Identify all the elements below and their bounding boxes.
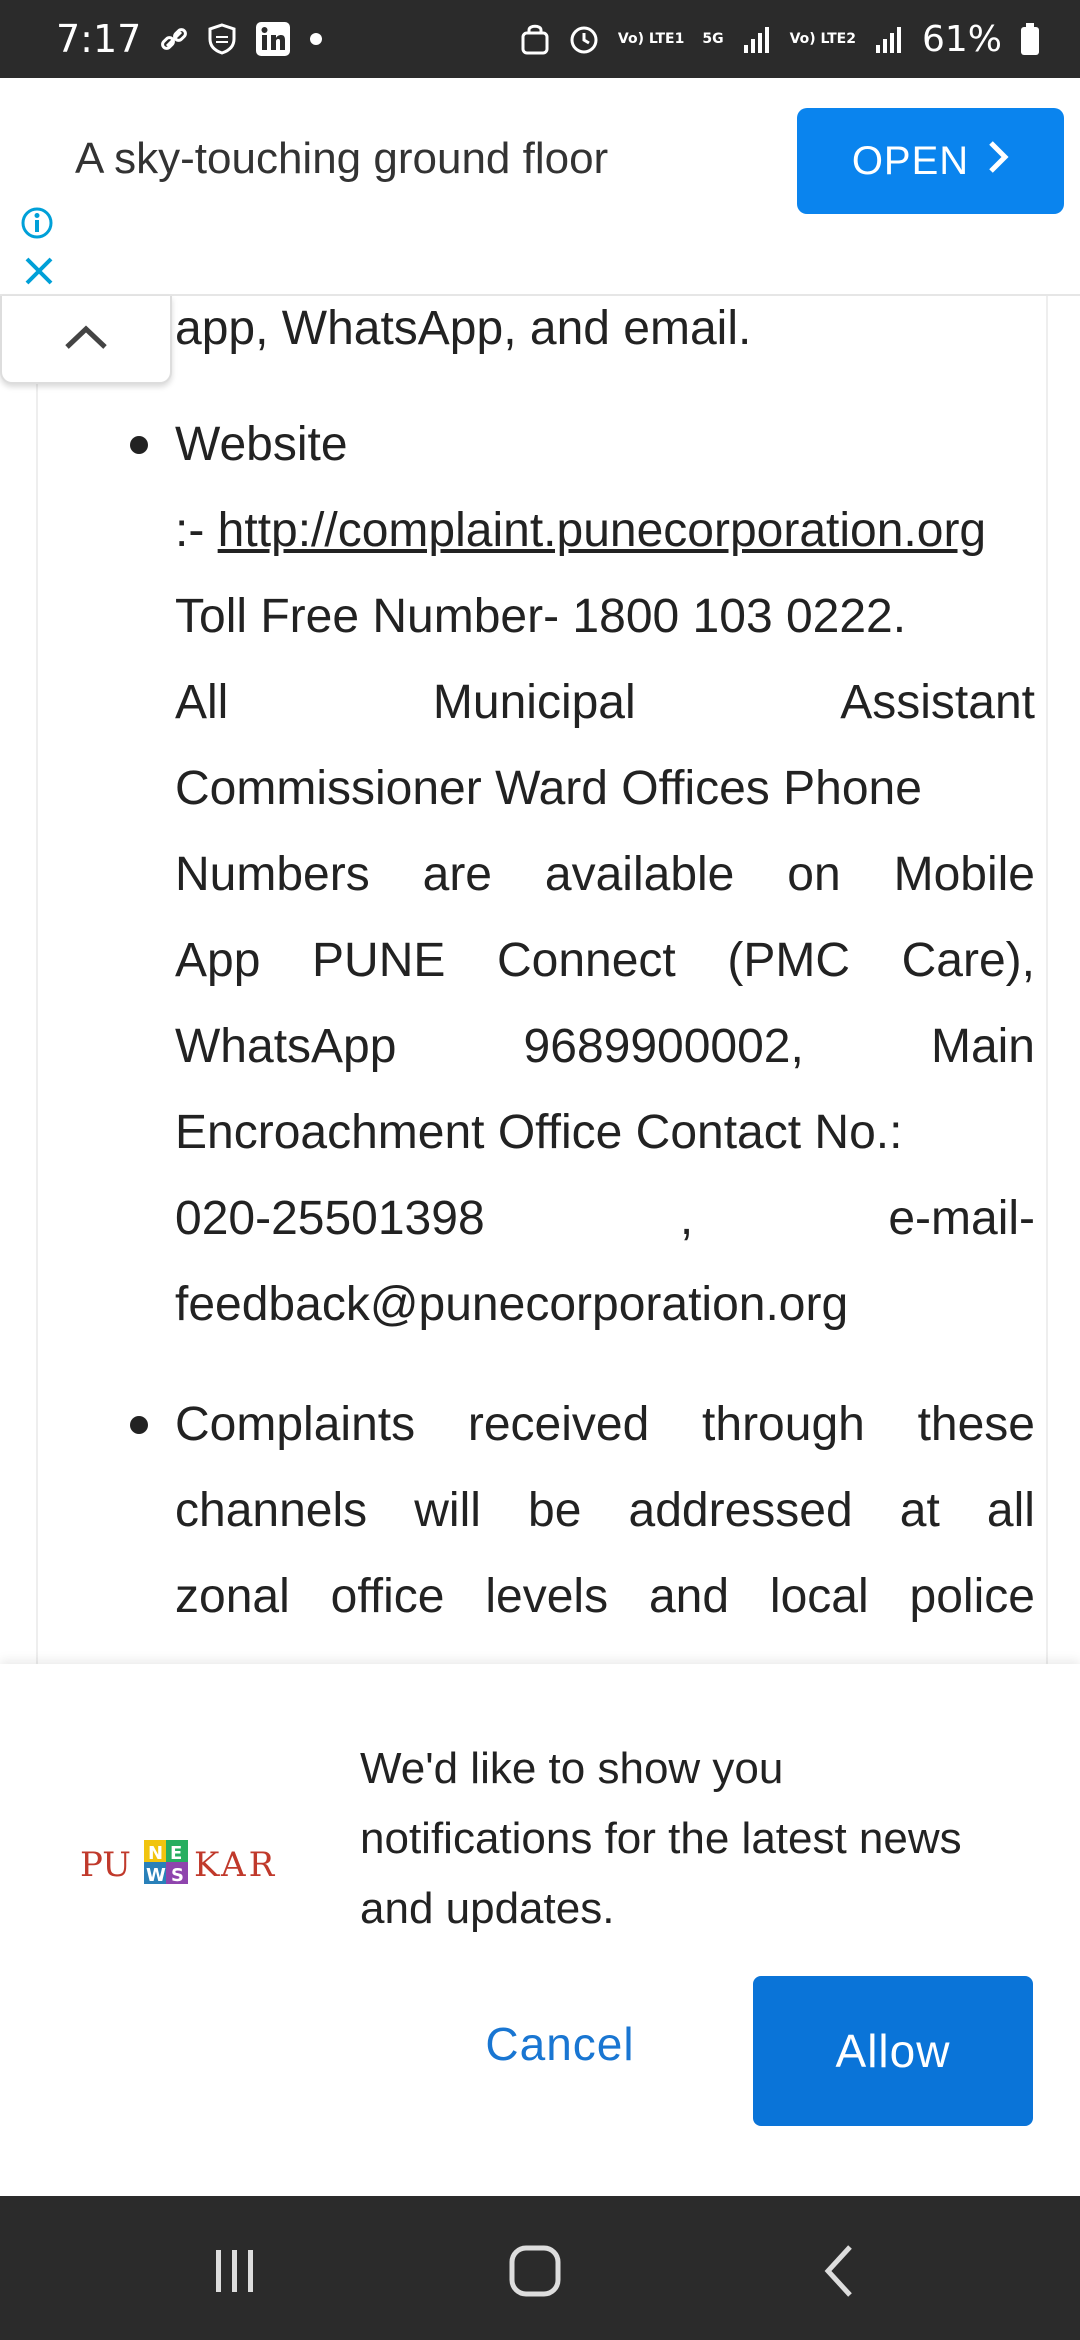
notification-prompt: PU N E W S KAR We'd like to show you not… [0, 1664, 1080, 2196]
svg-text:PU: PU [80, 1845, 131, 1885]
website-label: Website [175, 418, 348, 471]
chevron-right-icon [987, 139, 1009, 184]
word: all [986, 1484, 1035, 1537]
complaints-line-1: Complaints received through these [175, 1382, 1035, 1468]
word: e-mail- [888, 1192, 1035, 1245]
commissioner-line: Commissioner Ward Offices Phone [175, 762, 922, 815]
home-icon[interactable] [500, 2236, 570, 2306]
recent-apps-icon[interactable] [200, 2236, 270, 2306]
complaints-line-2: channels will be addressed at all [175, 1468, 1035, 1554]
word: Main [930, 1020, 1035, 1073]
word: App [175, 934, 261, 987]
word: 9689900002, [523, 1020, 804, 1073]
word: Care), [901, 934, 1035, 987]
word: (PMC [727, 934, 851, 987]
word: through [702, 1398, 865, 1451]
word: are [422, 848, 492, 901]
notification-message: We'd like to show you notifications for … [360, 1744, 962, 1933]
word: zonal [175, 1570, 290, 1623]
linkedin-icon [255, 21, 291, 57]
website-prefix: :- [175, 504, 218, 557]
punekar-news-logo: PU N E W S KAR [80, 1834, 310, 1894]
word: be [528, 1484, 582, 1537]
word: police [909, 1570, 1035, 1623]
word: addressed [628, 1484, 853, 1537]
network-lte2-label: Vo) LTE2 [789, 31, 856, 47]
bullet-icon [130, 1416, 148, 1434]
bullet-icon [130, 436, 148, 454]
encroachment-line: Encroachment Office Contact No.: [175, 1106, 903, 1159]
link-icon [159, 24, 189, 54]
app-line: App PUNE Connect (PMC Care), [175, 918, 1035, 1004]
info-icon[interactable] [20, 206, 54, 240]
word: Connect [496, 934, 676, 987]
word: Assistant [840, 676, 1035, 729]
word: All [175, 676, 229, 729]
word: Complaints [175, 1398, 416, 1451]
dot-icon [309, 32, 323, 46]
signal-icon-2 [874, 25, 904, 53]
svg-text:KAR: KAR [194, 1845, 277, 1885]
word: office [330, 1570, 445, 1623]
close-icon[interactable] [22, 254, 56, 288]
ad-open-label: OPEN [851, 138, 970, 183]
word: channels [175, 1484, 368, 1537]
article-line: app, WhatsApp, and email. [175, 302, 752, 355]
cancel-button[interactable]: Cancel [460, 2004, 660, 2084]
5g-label: 5G [702, 31, 724, 47]
word: available [544, 848, 735, 901]
allow-button[interactable]: Allow [753, 1976, 1033, 2126]
word: and [648, 1570, 730, 1623]
ad-text[interactable]: A sky-touching ground floor [75, 134, 608, 184]
alarm-icon [568, 23, 600, 55]
ad-open-button[interactable]: OPEN [797, 108, 1064, 214]
battery-icon [1020, 22, 1040, 56]
complaints-line-3: zonal office levels and local police [175, 1554, 1035, 1640]
word: these [917, 1398, 1035, 1451]
word: levels [485, 1570, 609, 1623]
shield-icon [207, 23, 237, 55]
phone-line: 020-25501398 , e-mail- [175, 1176, 1035, 1262]
word: will [414, 1484, 481, 1537]
word: Numbers [175, 848, 370, 901]
collapse-ad-button[interactable] [0, 296, 172, 384]
municipal-line: All Municipal Assistant [175, 660, 1035, 746]
word: 020-25501398 [175, 1192, 485, 1245]
svg-text:N: N [148, 1843, 163, 1864]
article-content: app, WhatsApp, and email. Website :- htt… [36, 296, 1048, 1666]
navigation-bar [0, 2196, 1080, 2340]
svg-text:W: W [146, 1865, 166, 1886]
signal-icon [742, 25, 772, 53]
word: , [679, 1192, 694, 1245]
recycle-lock-icon [520, 23, 550, 55]
numbers-line: Numbers are available on Mobile [175, 832, 1035, 918]
whatsapp-line: WhatsApp 9689900002, Main [175, 1004, 1035, 1090]
word: Mobile [893, 848, 1035, 901]
toll-free-line: Toll Free Number- 1800 103 0222. [175, 590, 907, 643]
word: local [769, 1570, 869, 1623]
word: WhatsApp [175, 1020, 397, 1073]
website-link[interactable]: http://complaint.punecorporation.org [218, 504, 986, 557]
back-icon[interactable] [805, 2236, 875, 2306]
website-line: :- http://complaint.punecorporation.org [175, 488, 1046, 574]
chevron-up-icon [63, 323, 109, 356]
network-lte1-label: Vo) LTE1 [617, 31, 685, 47]
battery-percent: 61% [921, 18, 1002, 60]
svg-text:S: S [171, 1865, 184, 1886]
word: Municipal [432, 676, 636, 729]
word: received [467, 1398, 650, 1451]
status-bar: 7:17 Vo) LTE1 5G Vo) LTE2 61% [0, 0, 1080, 78]
status-time: 7:17 [56, 17, 142, 61]
word: PUNE [312, 934, 446, 987]
svg-text:E: E [170, 1843, 182, 1864]
ad-banner[interactable]: A sky-touching ground floor OPEN [0, 78, 1080, 296]
word: on [787, 848, 841, 901]
email-line: feedback@punecorporation.org [175, 1278, 849, 1331]
word: at [899, 1484, 940, 1537]
